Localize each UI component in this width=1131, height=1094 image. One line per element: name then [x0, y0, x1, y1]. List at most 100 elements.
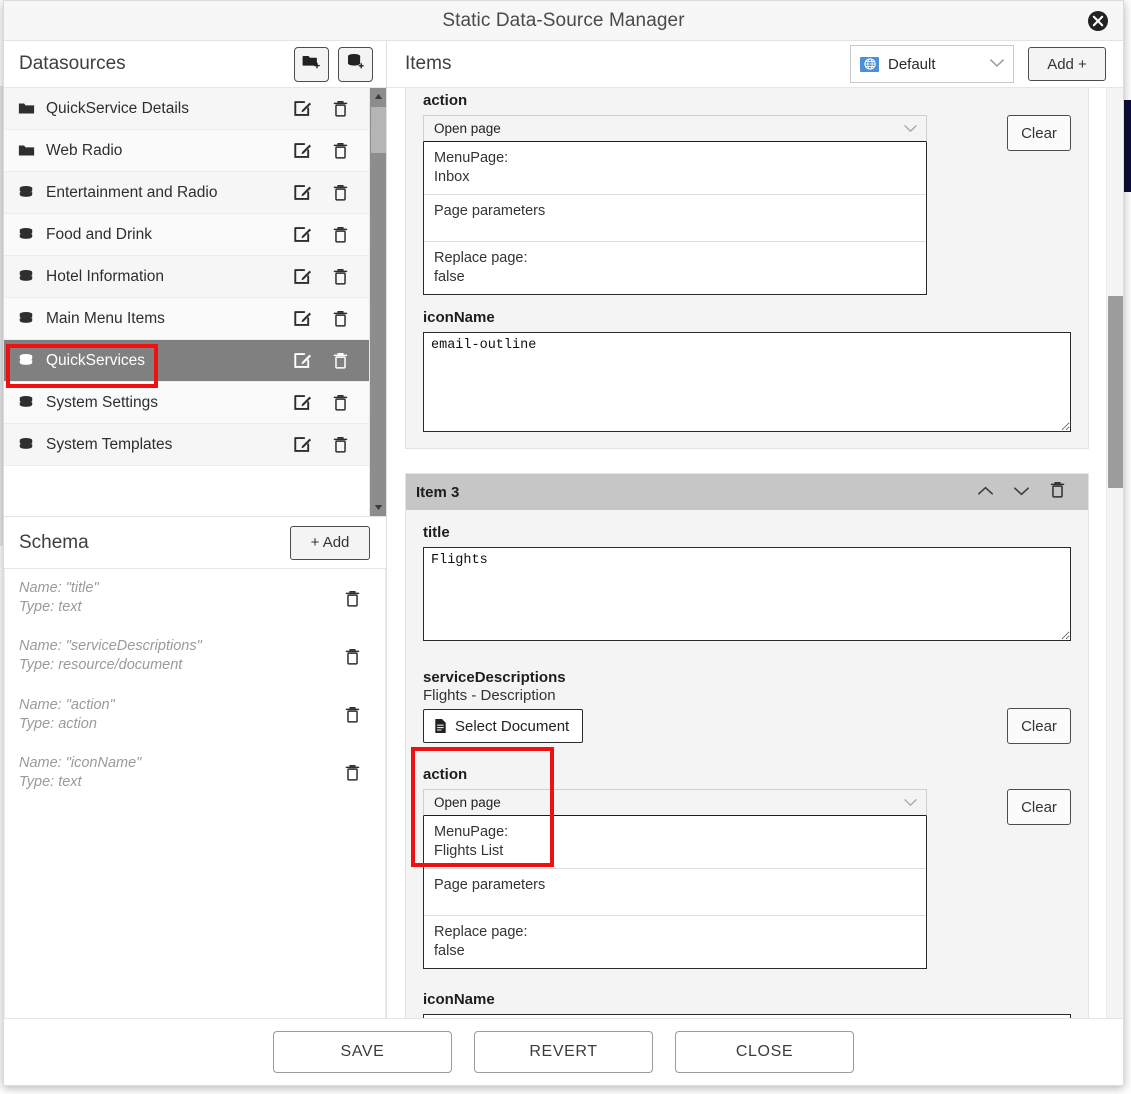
- item-3-title-input[interactable]: [423, 547, 1071, 642]
- datasource-row[interactable]: System Settings: [4, 382, 369, 424]
- datasource-row[interactable]: Entertainment and Radio: [4, 172, 369, 214]
- partial-action-field: action Open page MenuPage: Inbox Page pa…: [423, 88, 1071, 296]
- language-select[interactable]: Default: [850, 45, 1014, 83]
- scrollbar-track[interactable]: [370, 105, 386, 499]
- datasources-scrollbar[interactable]: [369, 88, 386, 516]
- schema-row-text: Name: "title" Type: text: [19, 579, 337, 617]
- partial-iconname-input[interactable]: [423, 332, 1071, 433]
- item-3-title-label: title: [423, 524, 450, 542]
- item-3-action-replacepage[interactable]: Replace page: false: [424, 916, 926, 968]
- item-3-move-up-button[interactable]: [967, 483, 1003, 501]
- datasources-title: Datasources: [19, 53, 126, 74]
- schema-row-text: Name: "iconName" Type: text: [19, 754, 337, 792]
- datasource-delete-button[interactable]: [321, 99, 359, 118]
- datasource-delete-button[interactable]: [321, 225, 359, 244]
- item-3-action-clear-button[interactable]: Clear: [1007, 789, 1071, 826]
- item-3-move-down-button[interactable]: [1003, 483, 1039, 501]
- item-3-action-pageparams[interactable]: Page parameters: [424, 869, 926, 917]
- items-scrollbar[interactable]: [1106, 88, 1123, 1018]
- datasource-delete-button[interactable]: [321, 183, 359, 202]
- partial-action-type-value: Open page: [434, 121, 501, 136]
- datasources-list-empty-space: [4, 466, 369, 516]
- item-3-action-combo-col: Open page MenuPage: Flights List Page pa…: [423, 789, 927, 970]
- item-3-action-menupage-value: Flights List: [434, 842, 504, 859]
- items-title: Items: [405, 53, 452, 74]
- folder-icon: [18, 144, 40, 157]
- schema-row: Name: "serviceDescriptions" Type: resourc…: [5, 627, 385, 685]
- item-3-select-document-button[interactable]: Select Document: [423, 709, 584, 744]
- schema-row-text: Name: "serviceDescriptions" Type: resourc…: [19, 637, 337, 675]
- item-3-action-type-value: Open page: [434, 795, 501, 811]
- datasource-delete-button[interactable]: [321, 393, 359, 412]
- schema-delete-button[interactable]: [337, 647, 367, 666]
- datasource-delete-button[interactable]: [321, 141, 359, 160]
- database-icon: [18, 437, 40, 452]
- datasource-edit-button[interactable]: [283, 435, 321, 454]
- datasource-row[interactable]: QuickServices: [4, 340, 369, 382]
- add-datasource-button[interactable]: [338, 46, 373, 82]
- schema-delete-button[interactable]: [337, 763, 367, 782]
- scrollbar-thumb[interactable]: [371, 107, 386, 153]
- datasource-edit-button[interactable]: [283, 183, 321, 202]
- partial-action-label: action: [423, 92, 468, 109]
- datasource-edit-button[interactable]: [283, 141, 321, 160]
- item-3-delete-button[interactable]: [1039, 480, 1075, 504]
- datasource-row-label: Web Radio: [46, 141, 123, 159]
- datasource-row-label: Entertainment and Radio: [46, 183, 218, 201]
- schema-delete-button[interactable]: [337, 705, 367, 724]
- item-3-servicedescriptions-clear-button[interactable]: Clear: [1007, 708, 1071, 745]
- datasource-delete-button[interactable]: [321, 435, 359, 454]
- partial-action-menupage[interactable]: MenuPage: Inbox: [424, 142, 926, 196]
- datasource-row[interactable]: System Templates: [4, 424, 369, 466]
- revert-button[interactable]: REVERT: [474, 1031, 653, 1073]
- item-3-iconname-input[interactable]: [423, 1014, 1071, 1018]
- datasource-row[interactable]: Hotel Information: [4, 256, 369, 298]
- item-3-action-type-select[interactable]: Open page: [423, 789, 927, 817]
- datasource-row[interactable]: Web Radio: [4, 130, 369, 172]
- database-icon: [18, 269, 40, 284]
- database-icon: [18, 353, 40, 368]
- datasource-row[interactable]: QuickService Details: [4, 88, 369, 130]
- add-folder-button[interactable]: [294, 46, 329, 82]
- database-icon: [18, 395, 40, 410]
- items-scrollbar-thumb[interactable]: [1108, 296, 1123, 488]
- schema-row: Name: "action" Type: action: [5, 686, 385, 744]
- scroll-down-arrow[interactable]: [370, 499, 386, 516]
- page-title: Static Data-Source Manager: [442, 9, 685, 31]
- partial-action-combo-col: Open page MenuPage: Inbox Page parameter…: [423, 115, 927, 296]
- datasource-edit-button[interactable]: [283, 267, 321, 286]
- items-panel: Items Default Add + action Open page Men…: [387, 41, 1123, 1018]
- schema-row-name: Name: "action": [19, 696, 115, 713]
- datasource-row[interactable]: Main Menu Items: [4, 298, 369, 340]
- close-icon[interactable]: [1087, 10, 1109, 32]
- schema-add-button[interactable]: + Add: [290, 525, 370, 560]
- datasource-edit-button[interactable]: [283, 309, 321, 328]
- schema-row-text: Name: "action" Type: action: [19, 696, 337, 734]
- datasource-edit-button[interactable]: [283, 225, 321, 244]
- partial-action-replacepage[interactable]: Replace page: false: [424, 242, 926, 294]
- item-3-select-document-label: Select Document: [455, 717, 570, 735]
- datasource-delete-button[interactable]: [321, 267, 359, 286]
- datasource-edit-button[interactable]: [283, 351, 321, 370]
- datasource-delete-button[interactable]: [321, 351, 359, 370]
- folder-plus-icon: [302, 52, 321, 76]
- item-3-action-replacepage-value: false: [434, 942, 465, 959]
- datasource-row[interactable]: Food and Drink: [4, 214, 369, 256]
- schema-row-type: Type: text: [19, 599, 82, 616]
- trash-icon: [1049, 480, 1066, 504]
- schema-delete-button[interactable]: [337, 589, 367, 608]
- save-button[interactable]: SAVE: [273, 1031, 452, 1073]
- schema-row-type: Type: resource/document: [19, 657, 183, 674]
- partial-action-clear-button[interactable]: Clear: [1007, 115, 1071, 151]
- close-button[interactable]: CLOSE: [675, 1031, 854, 1073]
- partial-action-pageparams[interactable]: Page parameters: [424, 195, 926, 243]
- datasource-edit-button[interactable]: [283, 393, 321, 412]
- dialog-body: Datasources QuickService Details Web Rad…: [4, 41, 1123, 1018]
- partial-action-details: MenuPage: Inbox Page parameters Replace …: [423, 142, 927, 296]
- item-3-action-menupage[interactable]: MenuPage: Flights List: [424, 816, 926, 870]
- add-item-button[interactable]: Add +: [1028, 47, 1106, 81]
- partial-action-type-select[interactable]: Open page: [423, 115, 927, 142]
- scroll-up-arrow[interactable]: [370, 88, 386, 105]
- datasource-delete-button[interactable]: [321, 309, 359, 328]
- datasource-edit-button[interactable]: [283, 99, 321, 118]
